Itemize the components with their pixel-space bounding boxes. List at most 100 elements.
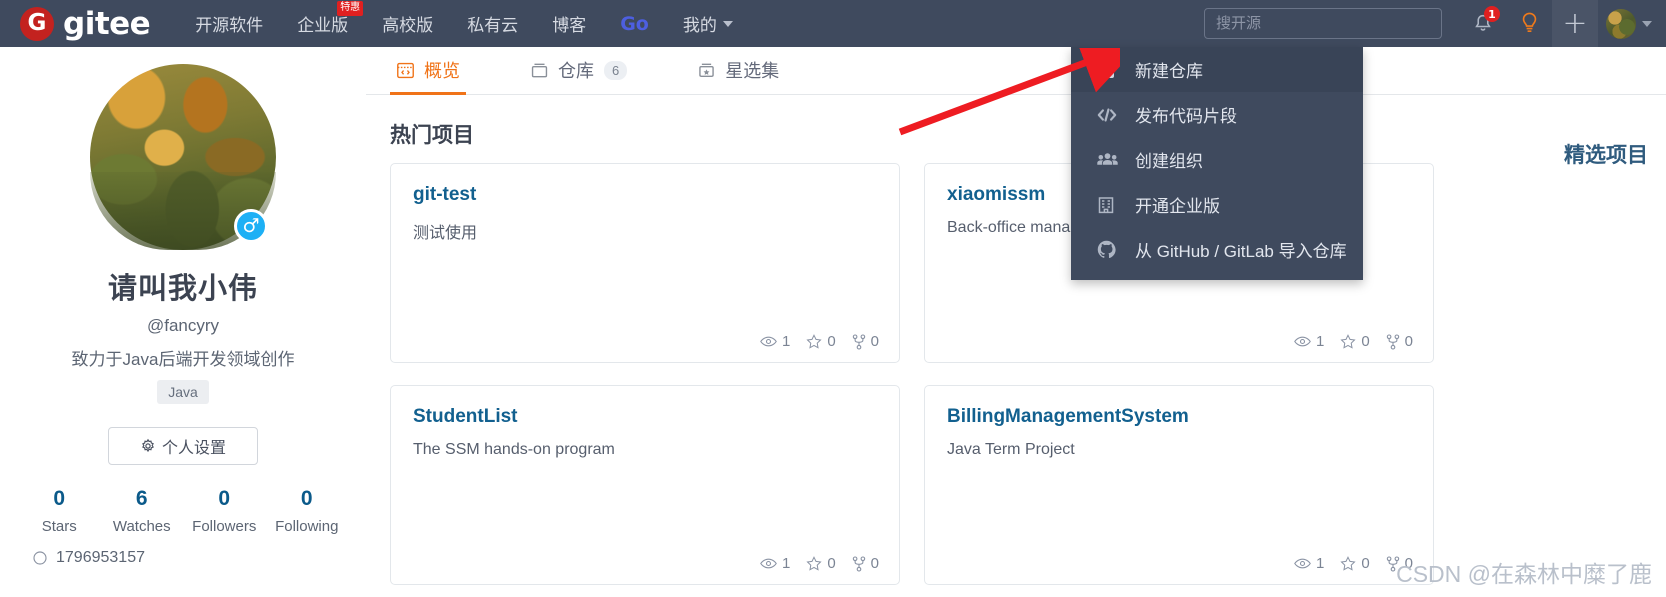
profile-tabs: 概览 仓库 6 星选集 <box>366 47 1666 95</box>
project-title[interactable]: BillingManagementSystem <box>947 406 1411 428</box>
lightbulb-icon <box>1522 12 1536 32</box>
profile-avatar-wrapper[interactable]: ♂ <box>90 64 276 250</box>
brand-name: gitee <box>63 5 151 42</box>
eye-icon <box>760 336 777 347</box>
stat-value: 0 <box>1361 555 1370 572</box>
search-input[interactable] <box>1204 8 1442 39</box>
promo-badge: 特惠 <box>337 1 364 16</box>
star-icon <box>806 556 822 571</box>
eye-icon <box>1294 336 1311 347</box>
menu-item-label: 新建仓库 <box>1135 62 1203 81</box>
stat-value: 1 <box>1315 555 1325 572</box>
tag-java[interactable]: Java <box>157 380 209 404</box>
tab-label: 星选集 <box>725 61 780 81</box>
star-icon <box>806 334 822 349</box>
header-actions: 1 + <box>1204 0 1666 47</box>
project-stats: 1 0 0 <box>760 333 879 350</box>
tab-count-badge: 6 <box>604 60 628 80</box>
page-title: 请叫我小伟 <box>107 273 258 305</box>
nav-label: 私有云 <box>467 16 519 35</box>
top-header: G gitee 开源软件 企业版 特惠 高校版 私有云 博客 Go 我的 搜开源… <box>0 0 1666 47</box>
project-title[interactable]: StudentList <box>413 406 877 428</box>
contact-qq: 1796953157 <box>18 549 348 567</box>
menu-item-publish-snippet[interactable]: 发布代码片段 <box>1071 92 1363 137</box>
profile-stats: 0 Stars 6 Watches 0 Followers 0 Followin… <box>18 487 348 535</box>
personal-settings-button[interactable]: 个人设置 <box>108 427 258 465</box>
watch-stat: 1 <box>760 333 790 350</box>
nav-label: 开源软件 <box>195 16 264 35</box>
create-new-button[interactable]: + <box>1552 0 1598 47</box>
fork-icon <box>852 555 865 572</box>
menu-item-enterprise-edition[interactable]: 开通企业版 <box>1071 182 1363 227</box>
main-nav: 开源软件 企业版 特惠 高校版 私有云 博客 Go 我的 <box>178 0 750 47</box>
building-icon <box>1097 196 1127 214</box>
stat-label: Watches <box>112 518 171 535</box>
star-stat: 0 <box>1340 555 1370 572</box>
tab-starred[interactable]: 星选集 <box>691 48 785 95</box>
notification-count-badge: 1 <box>1484 6 1500 22</box>
project-card[interactable]: BillingManagementSystem Java Term Projec… <box>924 385 1434 585</box>
nav-item-go[interactable]: Go <box>603 0 666 47</box>
tab-label: 仓库 <box>558 61 594 81</box>
menu-item-label: 创建组织 <box>1135 152 1203 171</box>
stat-value: 0 <box>300 487 313 510</box>
nav-label: 我的 <box>682 16 717 35</box>
notifications-button[interactable]: 1 <box>1460 0 1506 47</box>
fork-icon <box>1386 333 1399 350</box>
code-brackets-icon <box>1097 107 1127 123</box>
menu-item-create-organization[interactable]: 创建组织 <box>1071 137 1363 182</box>
contact-value: 1796953157 <box>56 549 145 566</box>
stat-stars[interactable]: 0 Stars <box>18 487 101 535</box>
menu-item-label: 从 GitHub / GitLab 导入仓库 <box>1135 242 1347 261</box>
nav-item-opensource[interactable]: 开源软件 <box>178 0 280 47</box>
featured-projects-heading: 精选项目 <box>1564 144 1648 167</box>
popular-projects-heading: 热门项目 <box>390 124 474 147</box>
plus-square-icon <box>1097 61 1127 78</box>
nav-item-blog[interactable]: 博客 <box>535 0 603 47</box>
fork-stat: 0 <box>852 555 879 572</box>
nav-item-enterprise[interactable]: 企业版 特惠 <box>280 0 365 47</box>
user-tags: Java <box>157 380 209 404</box>
star-icon <box>1340 334 1356 349</box>
tab-repositories[interactable]: 仓库 6 <box>524 48 633 95</box>
project-stats: 1 0 0 <box>1294 333 1413 350</box>
stat-following[interactable]: 0 Following <box>266 487 349 535</box>
user-bio: 致力于Java后端开发领域创作 <box>71 350 295 369</box>
project-description: 测试使用 <box>413 225 478 242</box>
ideas-button[interactable] <box>1506 0 1552 47</box>
nav-item-mine[interactable]: 我的 <box>666 0 750 47</box>
main-content: 概览 仓库 6 星选集 热门项目 精选项目 git-test 测试使用 1 0 … <box>366 47 1666 585</box>
csdn-watermark: CSDN @在森林中糜了鹿 <box>1396 561 1652 587</box>
stat-label: Followers <box>192 518 257 535</box>
stat-label: Stars <box>41 518 77 535</box>
user-handle: @fancyry <box>146 316 220 335</box>
menu-item-label: 发布代码片段 <box>1135 107 1237 126</box>
project-description: Java Term Project <box>947 441 1075 458</box>
project-title[interactable]: git-test <box>413 184 877 206</box>
star-box-icon <box>699 63 714 77</box>
stat-followers[interactable]: 0 Followers <box>183 487 266 535</box>
brand-logo[interactable]: G gitee <box>20 0 151 47</box>
account-menu-button[interactable] <box>1598 0 1666 47</box>
chevron-down-icon <box>722 20 733 27</box>
stat-value: 0 <box>53 487 66 510</box>
stat-value: 0 <box>1404 333 1413 350</box>
project-card[interactable]: StudentList The SSM hands-on program 1 0… <box>390 385 900 585</box>
repo-icon <box>531 63 548 77</box>
stat-watches[interactable]: 6 Watches <box>101 487 184 535</box>
github-icon <box>1097 240 1127 259</box>
tab-overview[interactable]: 概览 <box>390 48 466 95</box>
overview-code-icon <box>397 62 414 78</box>
nav-item-privatecloud[interactable]: 私有云 <box>450 0 535 47</box>
project-card[interactable]: git-test 测试使用 1 0 0 <box>390 163 900 363</box>
menu-item-new-repository[interactable]: 新建仓库 <box>1071 47 1363 92</box>
watch-stat: 1 <box>1294 555 1324 572</box>
stat-value: 1 <box>781 333 791 350</box>
nav-item-university[interactable]: 高校版 <box>365 0 450 47</box>
nav-label: Go <box>620 12 649 35</box>
watch-stat: 1 <box>1294 333 1324 350</box>
menu-item-import-repository[interactable]: 从 GitHub / GitLab 导入仓库 <box>1071 227 1363 272</box>
fork-stat: 0 <box>1386 333 1413 350</box>
profile-sidebar: ♂ 请叫我小伟 @fancyry 致力于Java后端开发领域创作 Java 个人… <box>0 47 366 567</box>
people-group-icon <box>1097 152 1127 167</box>
